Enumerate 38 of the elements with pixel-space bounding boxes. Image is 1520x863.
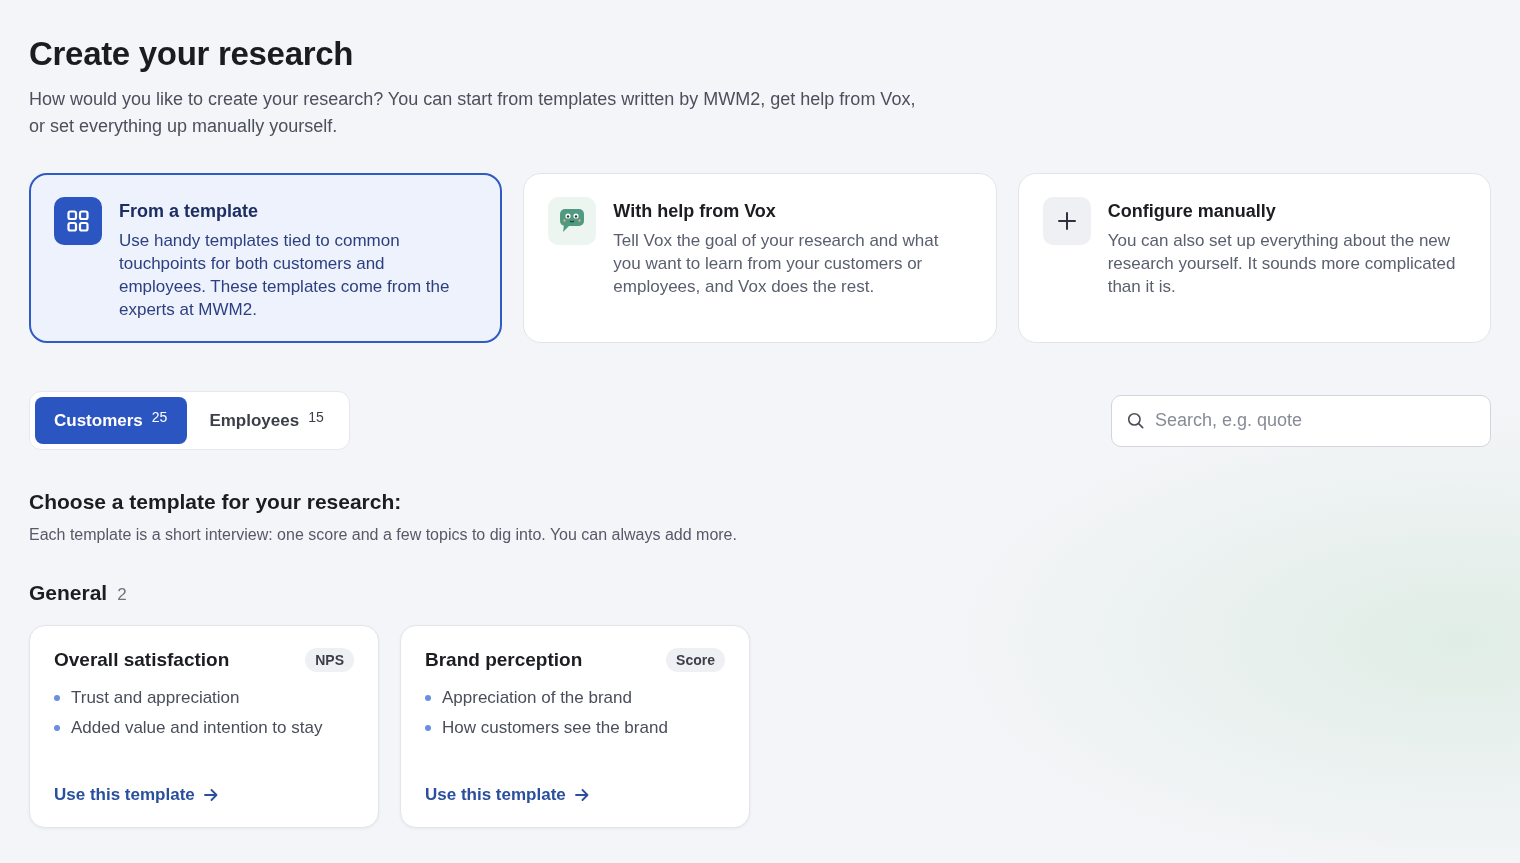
group-count: 2 xyxy=(117,585,127,605)
arrow-right-icon xyxy=(574,789,589,801)
section-title: Choose a template for your research: xyxy=(29,489,403,515)
option-card[interactable]: Configure manually You can also set up everything about the new research yourself. It sounds more complicated than it is. xyxy=(1017,173,1491,343)
chat-bubble-face-icon xyxy=(548,197,597,245)
bullet-icon xyxy=(54,725,60,731)
topic-text: Added value and intention to stay xyxy=(71,717,323,739)
search-icon xyxy=(1127,411,1144,429)
option-description: Tell Vox the goal of your research and what you want to learn from your customers or employees, and Vox does the rest. xyxy=(613,230,940,298)
arrow-right-icon xyxy=(203,789,218,801)
bullet-icon xyxy=(54,695,60,701)
template-title: Overall satisfaction xyxy=(54,649,230,671)
bullet-icon xyxy=(425,725,431,731)
page-intro: How would you like to create your research? You can start from templates written by MWM2, get help from Vox, or set everything up manually yourself. xyxy=(29,88,917,138)
page-title: Create your research xyxy=(29,34,355,74)
grid-icon xyxy=(54,197,102,245)
option-title: From a template xyxy=(119,200,260,223)
template-type-tag: Score xyxy=(666,648,725,672)
option-title: Configure manually xyxy=(1107,200,1277,223)
option-title: With help from Vox xyxy=(613,200,777,223)
template-type-tag: NPS xyxy=(305,648,354,672)
bullet-icon xyxy=(425,695,431,701)
section-description: Each template is a short interview: one score and a few topics to dig into. You can always add more. xyxy=(29,525,738,545)
search-field[interactable]: Search, e.g. quote xyxy=(1111,394,1491,447)
topic-text: How customers see the brand xyxy=(442,717,668,739)
plus-icon xyxy=(1042,197,1091,245)
template-title: Brand perception xyxy=(425,649,583,671)
use-template-link[interactable]: Use this template xyxy=(54,785,218,805)
group-title: General xyxy=(29,581,108,605)
topic-text: Trust and appreciation xyxy=(71,687,240,709)
option-description: Use handy templates tied to common touchpoints for both customers and employees. These templates come from the experts at MWM2. xyxy=(119,230,451,321)
audience-tab[interactable]: Customers 25 xyxy=(35,397,188,444)
option-card[interactable]: From a template Use handy templates tied to common touchpoints for both customers and employees. These templates come from the experts at MWM2. xyxy=(29,173,503,343)
topic-text: Appreciation of the brand xyxy=(442,687,632,709)
option-description: You can also set up everything about the new research yourself. It sounds more complicated than it is. xyxy=(1107,230,1457,298)
use-template-link[interactable]: Use this template xyxy=(425,785,589,805)
option-card[interactable]: With help from Vox Tell Vox the goal of your research and what you want to learn from your customers or employees, and Vox does the rest. xyxy=(523,173,997,343)
audience-tab[interactable]: Employees 15 xyxy=(187,397,344,444)
